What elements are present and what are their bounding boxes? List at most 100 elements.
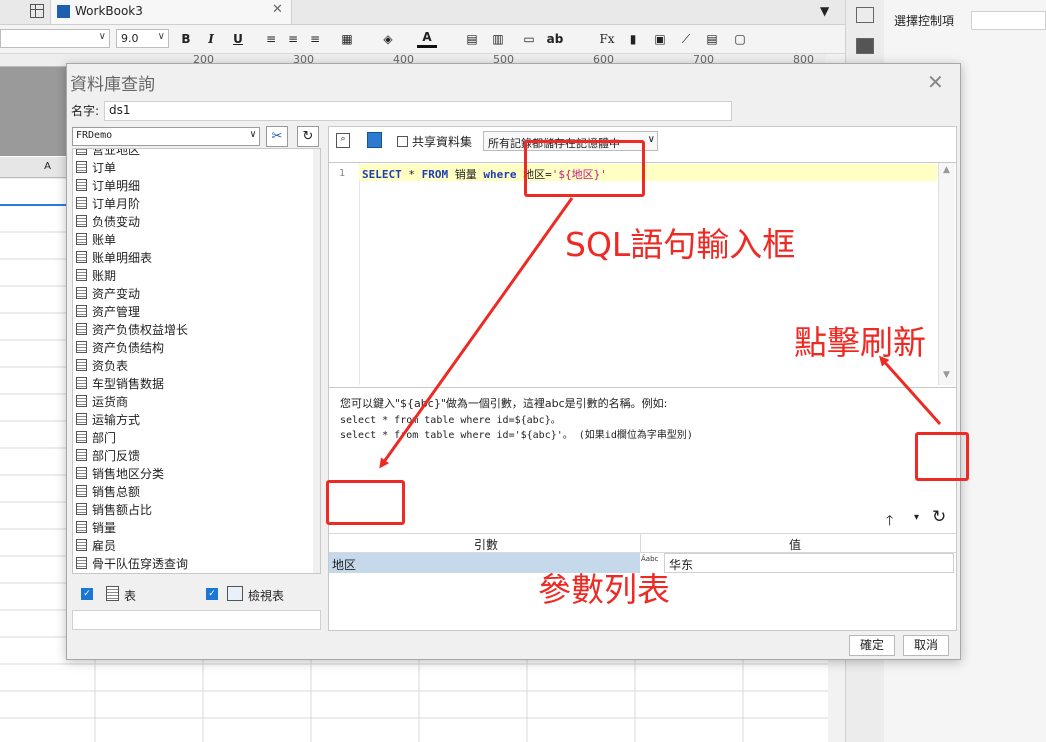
- table-icon: [76, 197, 87, 209]
- selected-cell-border: [0, 204, 66, 206]
- connection-settings-button[interactable]: ✂: [266, 126, 288, 147]
- table-icon: [76, 251, 87, 263]
- preview-icon[interactable]: ⌕: [336, 133, 350, 148]
- scroll-down-icon[interactable]: ▼: [943, 370, 950, 380]
- insert-slash-icon[interactable]: ⟋: [676, 29, 696, 49]
- list-item[interactable]: 部门反馈: [76, 447, 140, 465]
- bold-button[interactable]: B: [176, 29, 196, 49]
- list-item[interactable]: 营业地区: [76, 149, 140, 159]
- view-filter-checkbox[interactable]: ✓: [206, 588, 218, 600]
- list-item[interactable]: 订单明细: [76, 177, 140, 195]
- insert-abc-button[interactable]: ab: [545, 29, 565, 49]
- chevron-down-icon: ∨: [249, 129, 256, 140]
- list-item[interactable]: 资产变动: [76, 285, 140, 303]
- list-item[interactable]: 资产负债结构: [76, 339, 164, 357]
- share-dataset-checkbox[interactable]: [397, 136, 408, 147]
- grid-icon[interactable]: [30, 4, 44, 18]
- list-item[interactable]: 订单: [76, 159, 116, 177]
- ok-button[interactable]: 確定: [849, 635, 895, 656]
- list-item[interactable]: 资产管理: [76, 303, 140, 321]
- font-color-icon[interactable]: A: [417, 29, 437, 48]
- list-item[interactable]: 雇员: [76, 537, 116, 555]
- table-list[interactable]: 营业地区订单订单明细 订单月阶 负债变动 账单 账单明细表 账期 资产变动 资产管理 资产负债权…: [72, 148, 321, 574]
- scroll-up-icon[interactable]: ▲: [943, 165, 950, 175]
- sql-keyword: SELECT: [362, 168, 402, 181]
- insert-image-icon[interactable]: ▣: [650, 29, 670, 49]
- sql-token: *: [401, 168, 422, 181]
- hint-example: select * from table where id='${abc}'。 (…: [340, 430, 693, 441]
- table-name: 销量: [92, 521, 117, 535]
- table-name: 销售地区分类: [92, 467, 165, 481]
- refresh-icon[interactable]: ↻: [932, 507, 946, 527]
- list-item[interactable]: 销量: [76, 519, 116, 537]
- param-highlight-box: [326, 480, 405, 525]
- workbook-icon: [57, 5, 70, 18]
- parameter-name: 地区: [332, 558, 357, 572]
- parameter-value-input[interactable]: 华东: [664, 553, 954, 573]
- font-family-select[interactable]: ∨: [0, 29, 110, 48]
- table-search-input[interactable]: [72, 610, 321, 630]
- scrollbar[interactable]: ▲ ▼: [938, 163, 955, 385]
- dataset-name-input[interactable]: ds1: [104, 101, 732, 121]
- list-item[interactable]: 销售总额: [76, 483, 140, 501]
- list-item[interactable]: 账单明细表: [76, 249, 152, 267]
- align-left-icon[interactable]: ≡: [261, 29, 281, 49]
- hint-example: select * from table where id=${abc}。: [340, 415, 561, 426]
- list-item[interactable]: 销售额占比: [76, 501, 152, 519]
- hint-text: 您可以鍵入"${abc}"做為一個引數，這裡abc是引數的名稱。例如:: [340, 397, 668, 410]
- insert-float-icon[interactable]: ▢: [730, 29, 750, 49]
- merge-cells-icon[interactable]: ▤: [462, 29, 482, 49]
- list-item[interactable]: 资负表: [76, 357, 128, 375]
- view-icon: [227, 586, 243, 601]
- list-item[interactable]: 车型销售数据: [76, 375, 164, 393]
- italic-button[interactable]: I: [201, 29, 221, 49]
- fill-color-icon[interactable]: ◈: [378, 29, 398, 49]
- align-right-icon[interactable]: ≡: [305, 29, 325, 49]
- widget-settings-icon[interactable]: [856, 38, 874, 54]
- tab-workbook[interactable]: WorkBook3 ✕: [50, 0, 292, 24]
- insert-text-icon[interactable]: ▭: [519, 29, 539, 49]
- table-icon: [76, 323, 87, 335]
- font-size-select[interactable]: 9.0 ∨: [116, 29, 169, 48]
- table-filter-label: 表: [124, 589, 137, 603]
- dropdown-icon[interactable]: ▼: [820, 4, 829, 18]
- database-select[interactable]: FRDemo ∨: [72, 127, 260, 146]
- list-item[interactable]: 运输方式: [76, 411, 140, 429]
- dropdown-icon[interactable]: ▾: [914, 512, 919, 523]
- list-item[interactable]: 负债变动: [76, 213, 140, 231]
- underline-button[interactable]: U: [228, 29, 248, 49]
- move-up-icon[interactable]: 🡑: [886, 510, 893, 534]
- list-item[interactable]: 账单: [76, 231, 116, 249]
- list-item[interactable]: 订单月阶: [76, 195, 140, 213]
- border-icon[interactable]: ▦: [337, 29, 357, 49]
- table-icon: [76, 149, 87, 155]
- list-item[interactable]: 账期: [76, 267, 116, 285]
- align-center-icon[interactable]: ≡: [283, 29, 303, 49]
- table-filter-checkbox[interactable]: ✓: [81, 588, 93, 600]
- close-icon[interactable]: ✕: [927, 70, 944, 94]
- list-item[interactable]: 销售地区分类: [76, 465, 164, 483]
- split-cells-icon[interactable]: ▥: [488, 29, 508, 49]
- select-widget-input[interactable]: [971, 11, 1046, 30]
- table-name: 资负表: [92, 359, 129, 373]
- list-item[interactable]: 部门: [76, 429, 116, 447]
- save-icon[interactable]: [367, 132, 382, 148]
- insert-subreport-icon[interactable]: ▤: [702, 29, 722, 49]
- query-panel: ⌕ 共享資料集 所有記錄都儲存在記憶體中 ∨ 1 SELECT * FROM 销…: [328, 126, 957, 631]
- layout-icon[interactable]: [856, 7, 874, 23]
- sql-keyword: where: [483, 168, 517, 181]
- scrollbar[interactable]: [313, 149, 320, 573]
- refresh-connection-button[interactable]: ↻: [297, 126, 319, 147]
- table-icon: [76, 431, 87, 443]
- table-name: 部门反馈: [92, 449, 141, 463]
- close-icon[interactable]: ✕: [272, 2, 283, 17]
- insert-chart-icon[interactable]: ▮: [623, 29, 643, 49]
- list-item[interactable]: 运货商: [76, 393, 128, 411]
- insert-formula-button[interactable]: Fx: [597, 29, 617, 49]
- cancel-button[interactable]: 取消: [903, 635, 949, 656]
- list-item[interactable]: 骨干队伍穿透查询: [76, 555, 188, 573]
- table-name: 订单: [92, 161, 117, 175]
- parameter-table-header: 引數 值: [329, 533, 956, 553]
- chevron-down-icon: ∨: [98, 31, 106, 42]
- list-item[interactable]: 资产负债权益增长: [76, 321, 188, 339]
